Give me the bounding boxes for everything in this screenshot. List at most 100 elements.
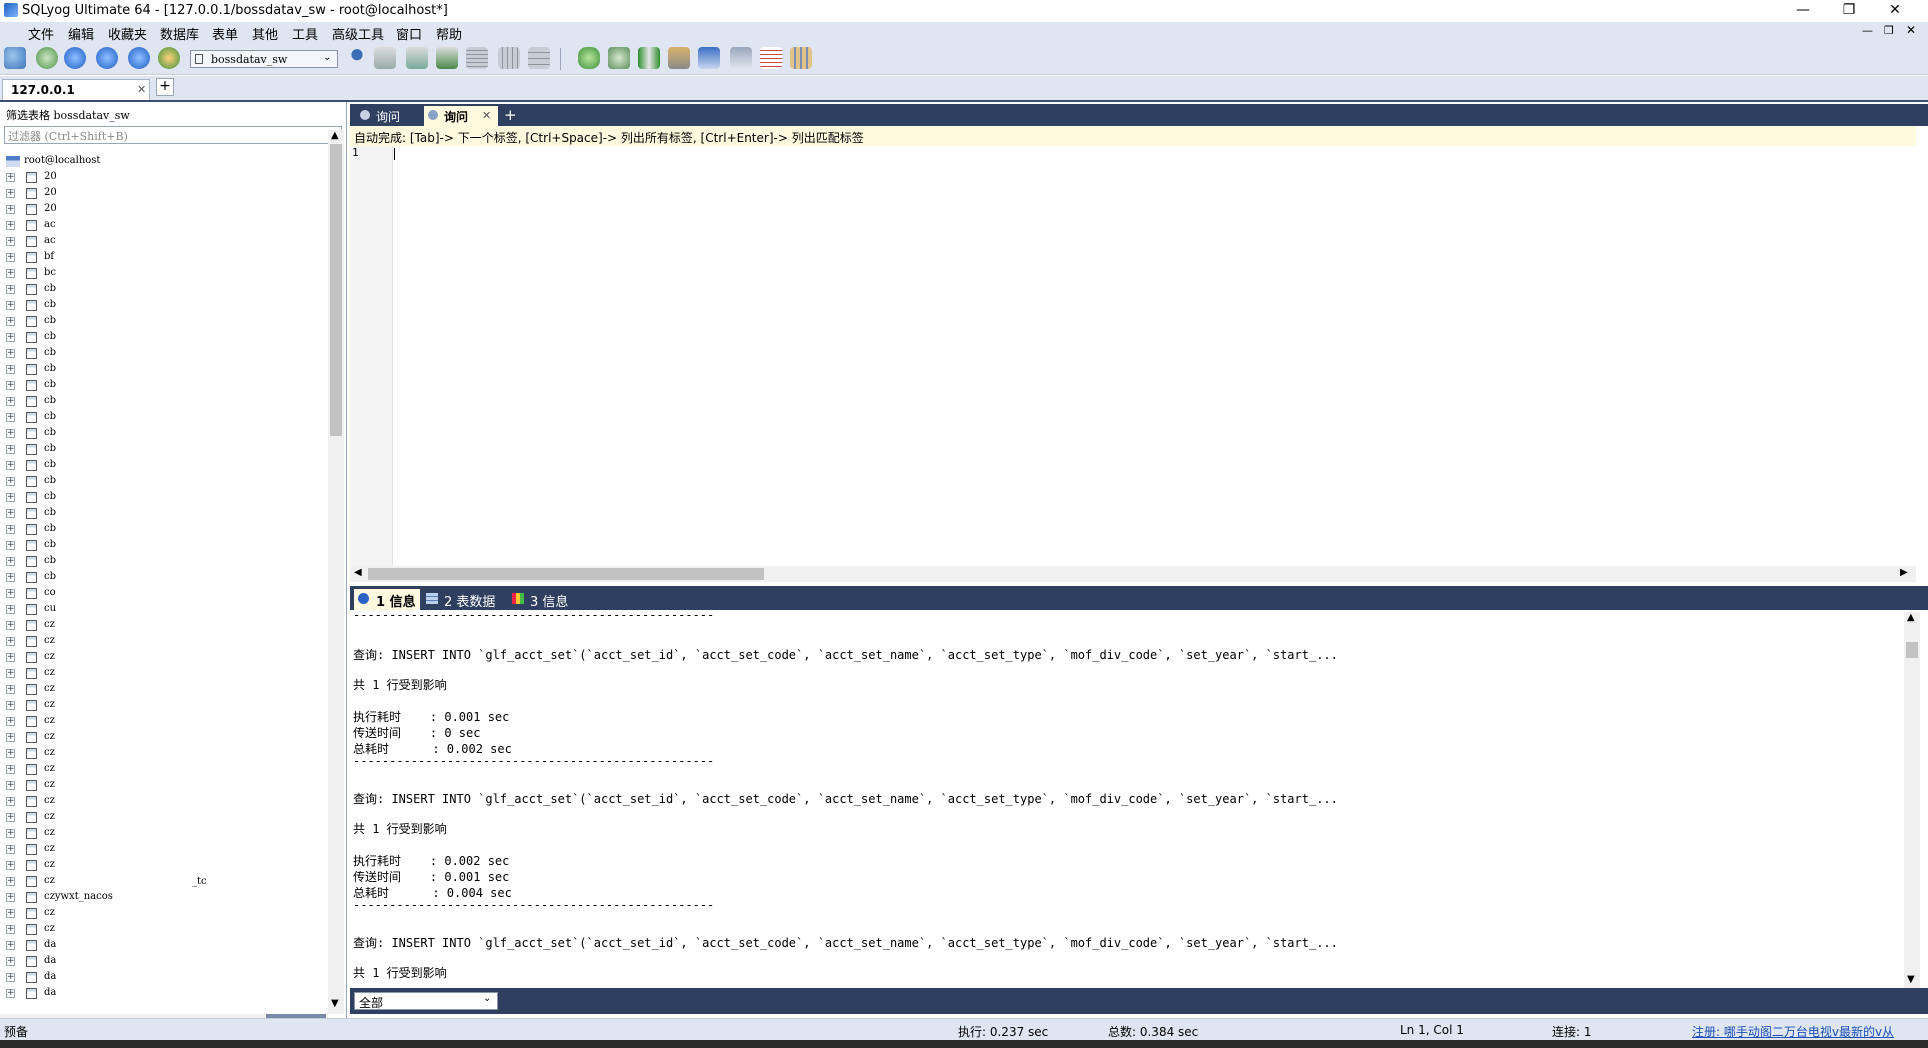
data-sync-icon[interactable] <box>608 47 630 69</box>
expand-icon[interactable]: + <box>6 541 15 550</box>
menu-advanced-tools[interactable]: 高级工具 <box>332 24 384 43</box>
expand-icon[interactable]: + <box>6 221 15 230</box>
expand-icon[interactable]: + <box>6 509 15 518</box>
expand-icon[interactable]: + <box>6 365 15 374</box>
mdi-close-icon[interactable]: ✕ <box>1906 23 1916 37</box>
results-scrollbar[interactable]: ▲ ▼ <box>1904 612 1920 988</box>
restore-icon[interactable] <box>406 47 428 69</box>
expand-icon[interactable]: + <box>6 733 15 742</box>
editor-hscroll-thumb[interactable] <box>368 568 764 580</box>
results-scroll-thumb[interactable] <box>1906 642 1918 658</box>
expand-icon[interactable]: + <box>6 285 15 294</box>
expand-icon[interactable]: + <box>6 621 15 630</box>
expand-icon[interactable]: + <box>6 253 15 262</box>
expand-icon[interactable]: + <box>6 989 15 998</box>
schema-designer-icon[interactable] <box>698 47 720 69</box>
query-tab-2[interactable]: 询问 ✕ <box>424 106 498 126</box>
result-tab-table-data[interactable]: 2 表数据 <box>424 589 506 610</box>
expand-icon[interactable]: + <box>6 909 15 918</box>
add-query-tab-icon[interactable]: + <box>504 106 517 124</box>
schema-sync-icon[interactable] <box>578 47 600 69</box>
expand-icon[interactable]: + <box>6 765 15 774</box>
expand-icon[interactable]: + <box>6 557 15 566</box>
expand-icon[interactable]: + <box>6 413 15 422</box>
database-select[interactable]: bossdatav_sw ⌄ <box>190 50 338 68</box>
results-filter-select[interactable]: 全部 ⌄ <box>354 992 498 1010</box>
refresh-icon[interactable] <box>158 47 180 69</box>
expand-icon[interactable]: + <box>6 189 15 198</box>
query-tab-1[interactable]: 询问 <box>356 106 420 126</box>
result-tab-info-1[interactable]: 1 信息 <box>354 589 420 610</box>
expand-icon[interactable]: + <box>6 333 15 342</box>
compare-icon[interactable] <box>638 47 660 69</box>
menu-help[interactable]: 帮助 <box>436 24 462 43</box>
expand-icon[interactable]: + <box>6 669 15 678</box>
filter-input[interactable]: 过滤器 (Ctrl+Shift+B) <box>4 126 342 144</box>
expand-icon[interactable]: + <box>6 877 15 886</box>
close-icon[interactable]: ✕ <box>482 109 491 122</box>
import-icon[interactable] <box>668 47 690 69</box>
connection-tab[interactable]: 127.0.0.1 ✕ <box>2 79 150 100</box>
expand-icon[interactable]: + <box>6 637 15 646</box>
scroll-right-icon[interactable]: ▶ <box>1900 567 1908 578</box>
expand-icon[interactable]: + <box>6 653 15 662</box>
menu-database[interactable]: 数据库 <box>160 24 199 43</box>
grid-icon[interactable] <box>498 47 520 69</box>
expand-icon[interactable]: + <box>6 941 15 950</box>
query-builder-icon[interactable] <box>730 47 752 69</box>
expand-icon[interactable]: + <box>6 893 15 902</box>
stop-query-icon[interactable] <box>128 47 150 69</box>
tools-grid-icon[interactable] <box>790 47 812 69</box>
menu-table[interactable]: 表单 <box>212 24 238 43</box>
menu-favorites[interactable]: 收藏夹 <box>108 24 147 43</box>
expand-icon[interactable]: + <box>6 701 15 710</box>
scroll-down-icon[interactable]: ▼ <box>1907 974 1915 985</box>
minimize-button[interactable]: — <box>1780 0 1826 22</box>
expand-icon[interactable]: + <box>6 349 15 358</box>
export-icon[interactable] <box>436 47 458 69</box>
expand-icon[interactable]: + <box>6 797 15 806</box>
restore-button[interactable]: ❐ <box>1826 0 1872 22</box>
new-query-icon[interactable] <box>36 47 58 69</box>
expand-icon[interactable]: + <box>6 269 15 278</box>
backup-icon[interactable] <box>374 47 396 69</box>
expand-icon[interactable]: + <box>6 813 15 822</box>
expand-icon[interactable]: + <box>6 317 15 326</box>
expand-icon[interactable]: + <box>6 461 15 470</box>
expand-icon[interactable]: + <box>6 749 15 758</box>
expand-icon[interactable]: + <box>6 445 15 454</box>
execute-query-icon[interactable] <box>64 47 86 69</box>
report-icon[interactable] <box>760 47 782 69</box>
editor-hscrollbar[interactable]: ◀ ▶ <box>350 566 1916 582</box>
expand-icon[interactable]: + <box>6 301 15 310</box>
expand-icon[interactable]: + <box>6 925 15 934</box>
menu-tools[interactable]: 工具 <box>292 24 318 43</box>
execute-all-icon[interactable] <box>96 47 118 69</box>
register-link[interactable]: 注册: 哪手动阁二万台电视v最新的v从 <box>1692 1023 1894 1040</box>
mdi-minimize-icon[interactable]: — <box>1862 24 1873 37</box>
close-icon[interactable]: ✕ <box>137 83 146 96</box>
scrollbar-thumb[interactable] <box>330 144 342 436</box>
expand-icon[interactable]: + <box>6 845 15 854</box>
close-button[interactable]: ✕ <box>1872 0 1918 22</box>
expand-icon[interactable]: + <box>6 205 15 214</box>
expand-icon[interactable]: + <box>6 397 15 406</box>
user-manager-icon[interactable] <box>346 47 368 69</box>
expand-icon[interactable]: + <box>6 493 15 502</box>
expand-icon[interactable]: + <box>6 429 15 438</box>
result-tab-info-3[interactable]: 3 信息 <box>510 589 580 610</box>
form-view-icon[interactable] <box>528 47 550 69</box>
expand-icon[interactable]: + <box>6 717 15 726</box>
scroll-down-icon[interactable]: ▼ <box>331 998 339 1009</box>
table-data-icon[interactable] <box>466 47 488 69</box>
expand-icon[interactable]: + <box>6 685 15 694</box>
expand-icon[interactable]: + <box>6 381 15 390</box>
mdi-restore-icon[interactable]: ❐ <box>1884 24 1894 37</box>
expand-icon[interactable]: + <box>6 605 15 614</box>
tree-scrollbar[interactable]: ▲ ▼ <box>328 130 344 1014</box>
sql-editor[interactable]: 1 <box>350 146 1916 566</box>
expand-icon[interactable]: + <box>6 477 15 486</box>
expand-icon[interactable]: + <box>6 957 15 966</box>
expand-icon[interactable]: + <box>6 589 15 598</box>
expand-icon[interactable]: + <box>6 973 15 982</box>
